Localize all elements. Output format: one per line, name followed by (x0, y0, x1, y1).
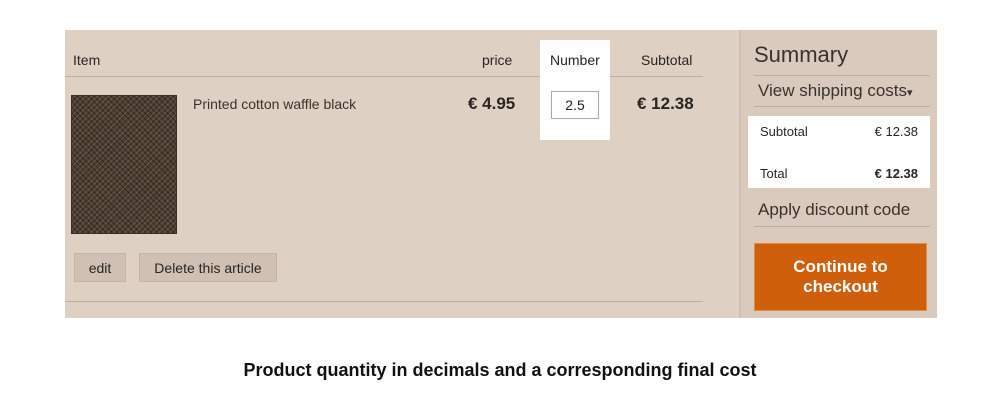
footer-divider (65, 301, 703, 302)
product-name[interactable]: Printed cotton waffle black (193, 96, 356, 112)
quantity-input[interactable] (551, 91, 599, 119)
edit-button[interactable]: edit (74, 253, 126, 282)
product-thumbnail[interactable] (71, 95, 177, 234)
header-price: price (482, 52, 513, 68)
summary-divider (754, 75, 930, 76)
continue-to-checkout-button[interactable]: Continue to checkout (754, 243, 927, 311)
shipping-link-label: View shipping costs (758, 81, 907, 100)
chevron-down-icon: ▾ (907, 87, 913, 99)
header-item: Item (73, 52, 101, 68)
cart-panel: Item price Number Subtotal Printed cotto… (65, 30, 937, 318)
apply-discount-code-link[interactable]: Apply discount code (758, 200, 926, 220)
header-divider-right (610, 76, 703, 77)
summary-total-value: € 12.38 (874, 166, 918, 181)
summary-title: Summary (754, 42, 849, 67)
summary-panel: Summary View shipping costs▾ Subtotal € … (739, 30, 937, 318)
summary-divider (754, 226, 930, 227)
summary-subtotal-value: € 12.38 (874, 124, 918, 139)
summary-divider (754, 106, 930, 107)
line-subtotal: € 12.38 (637, 94, 694, 113)
cart-table: Item price Number Subtotal Printed cotto… (65, 30, 703, 318)
summary-subtotal-label: Subtotal (760, 124, 808, 139)
summary-subtotal-row: Subtotal € 12.38 (760, 124, 918, 139)
totals-box: Subtotal € 12.38 Total € 12.38 (748, 116, 930, 188)
summary-total-label: Total (760, 166, 788, 181)
delete-article-button[interactable]: Delete this article (139, 253, 277, 282)
product-price: € 4.95 (468, 94, 516, 113)
header-divider (65, 76, 540, 77)
header-subtotal: Subtotal (641, 52, 693, 68)
view-shipping-costs-link[interactable]: View shipping costs▾ (758, 81, 926, 101)
summary-total-row: Total € 12.38 (760, 166, 918, 181)
header-number: Number (550, 52, 600, 68)
image-caption: Product quantity in decimals and a corre… (243, 360, 757, 380)
